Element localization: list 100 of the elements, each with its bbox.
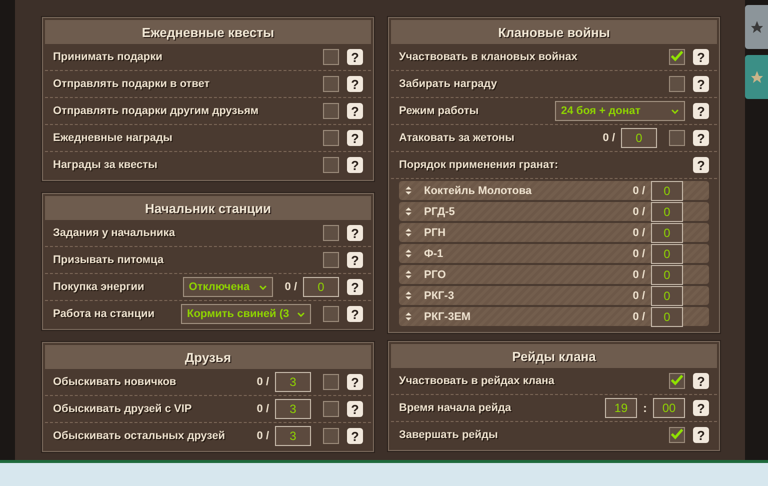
checkbox[interactable] <box>323 306 339 322</box>
help-button[interactable]: ? <box>347 401 363 417</box>
chevron-down-icon <box>297 312 305 316</box>
setting-label: Принимать подарки <box>53 51 164 63</box>
help-button[interactable]: ? <box>693 103 709 119</box>
counter-text: 0 / <box>256 376 269 388</box>
panel-title: Рейды клана <box>391 344 717 368</box>
setting-label: Обыскивать новичков <box>53 376 178 388</box>
grenade-row[interactable]: РКГ-3 0 / 0 <box>399 286 709 305</box>
checkbox[interactable] <box>323 130 339 146</box>
checkbox[interactable] <box>669 49 685 65</box>
checkbox[interactable] <box>669 373 685 389</box>
help-button[interactable]: ? <box>347 252 363 268</box>
help-button[interactable]: ? <box>693 373 709 389</box>
grenade-name: РГО <box>424 268 447 280</box>
star-icon <box>750 70 764 84</box>
counter-text: 0 / <box>632 206 645 218</box>
counter-text: 0 / <box>256 430 269 442</box>
help-button[interactable]: ? <box>347 130 363 146</box>
checkbox[interactable] <box>323 76 339 92</box>
help-button[interactable]: ? <box>693 427 709 443</box>
minute-field[interactable]: 00 <box>653 398 685 418</box>
checkbox[interactable] <box>323 401 339 417</box>
number-field[interactable]: 0 <box>651 244 683 264</box>
side-tab[interactable] <box>745 5 768 49</box>
grenade-name: Ф-1 <box>424 248 444 260</box>
checkbox[interactable] <box>323 428 339 444</box>
counter-text: 0 / <box>632 268 645 280</box>
help-button[interactable]: ? <box>347 103 363 119</box>
grenade-row[interactable]: РГД-5 0 / 0 <box>399 202 709 221</box>
counter-text: 0 / <box>632 310 645 322</box>
number-field[interactable]: 0 <box>303 277 339 297</box>
help-button[interactable]: ? <box>347 374 363 390</box>
chevron-down-icon <box>258 284 267 290</box>
help-button[interactable]: ? <box>693 76 709 92</box>
setting-label: Завершать рейды <box>399 429 499 441</box>
sort-icon <box>405 186 412 195</box>
checkbox[interactable] <box>323 374 339 390</box>
checkbox[interactable] <box>323 157 339 173</box>
grenade-row[interactable]: РГН 0 / 0 <box>399 223 709 242</box>
panel-title: Клановые войны <box>391 20 717 44</box>
number-field[interactable]: 0 <box>651 202 683 222</box>
checkbox[interactable] <box>323 103 339 119</box>
help-button[interactable]: ? <box>347 157 363 173</box>
number-field[interactable]: 0 <box>651 222 683 242</box>
setting-label: Награды за квесты <box>53 159 158 171</box>
number-field[interactable]: 3 <box>275 399 311 419</box>
setting-label: Время начала рейда <box>399 402 512 414</box>
sort-icon <box>405 270 412 279</box>
checkbox[interactable] <box>323 252 339 268</box>
chevron-down-icon <box>671 108 679 114</box>
counter-text: 0 / <box>632 184 645 196</box>
number-field[interactable]: 0 <box>651 180 683 200</box>
help-button[interactable]: ? <box>347 76 363 92</box>
number-field[interactable]: 0 <box>651 286 683 306</box>
help-button[interactable]: ? <box>347 279 363 295</box>
help-button[interactable]: ? <box>347 428 363 444</box>
help-button[interactable]: ? <box>693 49 709 65</box>
number-field[interactable]: 0 <box>621 128 657 148</box>
grenade-name: РКГ-3 <box>424 290 456 302</box>
number-field[interactable]: 3 <box>275 372 311 392</box>
setting-label: Ежедневные награды <box>53 132 174 144</box>
dropdown[interactable]: Отключена <box>182 277 273 297</box>
dropdown[interactable]: Кормить свиней (3 <box>181 304 311 324</box>
setting-label: Отправлять подарки другим друзьям <box>53 105 260 117</box>
number-field[interactable]: 0 <box>651 264 683 284</box>
help-button[interactable]: ? <box>347 49 363 65</box>
number-field[interactable]: 3 <box>275 426 311 446</box>
checkbox[interactable] <box>323 49 339 65</box>
counter-text: 0 / <box>256 403 269 415</box>
dropdown[interactable]: 24 боя + донат <box>555 101 685 121</box>
grenade-row[interactable]: Ф-1 0 / 0 <box>399 244 709 263</box>
help-button[interactable]: ? <box>693 157 709 173</box>
help-button[interactable]: ? <box>347 306 363 322</box>
checkbox[interactable] <box>669 130 685 146</box>
number-field[interactable]: 0 <box>651 306 683 326</box>
time-separator: : <box>643 401 647 415</box>
counter-text: 0 / <box>602 132 615 144</box>
sort-icon <box>405 207 412 216</box>
grenade-name: РГН <box>424 226 447 238</box>
checkbox[interactable] <box>669 76 685 92</box>
help-button[interactable]: ? <box>347 225 363 241</box>
checkbox[interactable] <box>323 225 339 241</box>
setting-label: Атаковать за жетоны <box>399 132 516 144</box>
help-button[interactable]: ? <box>693 130 709 146</box>
hour-field[interactable]: 19 <box>605 398 637 418</box>
grenade-row[interactable]: РГО 0 / 0 <box>399 265 709 284</box>
panel-title: Начальник станции <box>45 196 371 220</box>
panel-title: Друзья <box>45 345 371 369</box>
panel-title: Ежедневные квесты <box>45 20 371 44</box>
setting-label: Работа на станции <box>53 308 156 320</box>
grenade-row[interactable]: РКГ-3ЕМ 0 / 0 <box>399 307 709 326</box>
help-button[interactable]: ? <box>693 400 709 416</box>
grenade-name: РКГ-3ЕМ <box>424 310 472 322</box>
setting-label: Порядок применения гранат: <box>399 159 560 171</box>
grenade-row[interactable]: Коктейль Молотова 0 / 0 <box>399 181 709 200</box>
checkbox[interactable] <box>669 427 685 443</box>
grenade-name: РГД-5 <box>424 206 456 218</box>
setting-label: Покупка энергии <box>53 281 146 293</box>
side-tab[interactable] <box>745 55 768 99</box>
